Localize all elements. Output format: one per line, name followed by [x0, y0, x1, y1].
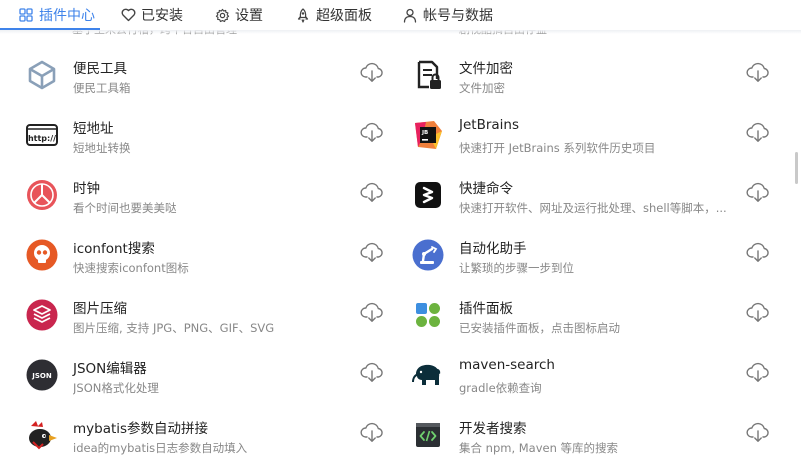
grid-icon [18, 7, 34, 23]
cloud-download-icon[interactable] [360, 122, 384, 144]
http-icon: http:// [25, 118, 59, 152]
plugin-list: 基于主来去行槽，跨平台自由管理 剧视酷搞自由存益 便民工具 便民工具箱 http… [0, 0, 801, 469]
cloud-download-icon[interactable] [360, 242, 384, 264]
cloud-download-icon[interactable] [746, 242, 770, 264]
plugin-desc: JSON格式化处理 [73, 381, 159, 395]
tab-settings[interactable]: 设置 [214, 0, 263, 30]
plugin-title: JSON编辑器 [73, 361, 147, 377]
file-lock-icon [411, 58, 445, 92]
plugin-item-shortcut-commands[interactable]: 快捷命令 快速打开软件、网址及运行批处理、shell等脚本，... [411, 178, 796, 238]
json-icon: JSON [25, 358, 59, 392]
plugin-desc: 看个时间也要美美哒 [73, 201, 177, 215]
plugin-item-jetbrains[interactable]: JB JetBrains 快速打开 JetBrains 系列软件历史项目 [411, 117, 796, 178]
plugin-item-convenience-tools[interactable]: 便民工具 便民工具箱 [25, 58, 410, 118]
plugin-desc: 图片压缩, 支持 JPG、PNG、GIF、SVG [73, 321, 275, 335]
tab-super-panel[interactable]: 超级面板 [295, 0, 372, 30]
cloud-download-icon[interactable] [360, 422, 384, 444]
shortcut-icon [411, 178, 445, 212]
plugin-item-clock[interactable]: 时钟 看个时间也要美美哒 [25, 178, 410, 238]
cloud-download-icon[interactable] [746, 302, 770, 324]
plugin-title: 自动化助手 [459, 241, 527, 257]
plugin-desc: 集合 npm, Maven 等库的搜索 [459, 441, 619, 455]
cloud-download-icon[interactable] [360, 362, 384, 384]
plugin-item-file-encrypt[interactable]: 文件加密 文件加密 [411, 58, 796, 118]
tab-label: 帐号与数据 [423, 8, 493, 24]
plugin-desc: 让繁琐的步骤一步到位 [459, 261, 574, 275]
cloud-download-icon[interactable] [360, 302, 384, 324]
active-tab-indicator [0, 28, 100, 30]
plugin-title: 插件面板 [459, 301, 513, 317]
cube-icon [25, 58, 59, 92]
plugin-item-maven-search[interactable]: maven-search gradle依赖查询 [411, 357, 796, 418]
tab-bar-divider [0, 30, 801, 34]
heart-icon [120, 7, 136, 23]
tab-label: 已安装 [141, 8, 183, 24]
cloud-download-icon[interactable] [746, 122, 770, 144]
cloud-download-icon[interactable] [746, 62, 770, 84]
plugin-item-iconfont-search[interactable]: iconfont搜索 快速搜索iconfont图标 [25, 238, 410, 298]
tab-account-data[interactable]: 帐号与数据 [402, 0, 493, 30]
cloud-download-icon[interactable] [746, 362, 770, 384]
plugin-item-plugin-panel[interactable]: 插件面板 已安装插件面板，点击图标启动 [411, 298, 796, 358]
code-search-icon [411, 418, 445, 452]
plugin-title: 时钟 [73, 181, 100, 197]
cloud-download-icon[interactable] [746, 422, 770, 444]
clock-icon [25, 178, 59, 212]
robot-arm-icon [411, 238, 445, 272]
plugin-title: 便民工具 [73, 61, 127, 77]
tab-label: 设置 [235, 8, 263, 24]
svg-text:JSON: JSON [31, 372, 52, 380]
user-icon [402, 7, 418, 23]
plugin-desc: 已安装插件面板，点击图标启动 [459, 321, 620, 335]
scrollbar-thumb[interactable] [795, 152, 798, 184]
plugin-title: iconfont搜索 [73, 241, 155, 257]
cloud-download-icon[interactable] [360, 62, 384, 84]
iconfont-icon [25, 238, 59, 272]
image-compress-icon [25, 298, 59, 332]
plugin-item-short-url[interactable]: http:// 短地址 短地址转换 [25, 118, 410, 178]
plugin-desc: 短地址转换 [73, 141, 131, 155]
plugin-title: 快捷命令 [459, 181, 513, 197]
plugin-item-developer-search[interactable]: 开发者搜索 集合 npm, Maven 等库的搜索 [411, 418, 796, 469]
plugin-item-image-compress[interactable]: 图片压缩 图片压缩, 支持 JPG、PNG、GIF、SVG [25, 298, 410, 358]
plugin-desc: 快速打开 JetBrains 系列软件历史项目 [459, 141, 656, 155]
plugin-item-automation-assistant[interactable]: 自动化助手 让繁琐的步骤一步到位 [411, 238, 796, 298]
maven-elephant-icon [411, 358, 445, 392]
plugin-desc: 快速搜索iconfont图标 [73, 261, 189, 275]
plugin-title: maven-search [459, 357, 555, 373]
plugin-item-mybatis[interactable]: mybatis参数自动拼接 idea的mybatis日志参数自动填入 [25, 418, 410, 469]
tab-label: 超级面板 [316, 8, 372, 24]
tab-plugin-center[interactable]: 插件中心 [18, 0, 95, 30]
rocket-icon [295, 7, 311, 23]
plugin-title: JetBrains [459, 117, 520, 133]
plugin-title: 短地址 [73, 121, 114, 137]
scrollbar[interactable] [794, 34, 799, 469]
plugin-desc: 快速打开软件、网址及运行批处理、shell等脚本，... [459, 201, 727, 215]
cloud-download-icon[interactable] [360, 182, 384, 204]
plugin-title: mybatis参数自动拼接 [73, 421, 209, 437]
panel-grid-icon [411, 298, 445, 332]
plugin-title: 开发者搜索 [459, 421, 527, 437]
jetbrains-icon: JB [411, 118, 445, 152]
plugin-title: 文件加密 [459, 61, 513, 77]
svg-text:JB: JB [421, 130, 428, 136]
plugin-desc: 文件加密 [459, 81, 505, 95]
tab-label: 插件中心 [39, 8, 95, 24]
cloud-download-icon[interactable] [746, 182, 770, 204]
tab-installed[interactable]: 已安装 [120, 0, 183, 30]
svg-text:http://: http:// [28, 134, 56, 143]
plugin-title: 图片压缩 [73, 301, 127, 317]
plugin-desc: gradle依赖查询 [459, 381, 542, 395]
plugin-desc: idea的mybatis日志参数自动填入 [73, 441, 248, 455]
plugin-item-json-editor[interactable]: JSON JSON编辑器 JSON格式化处理 [25, 358, 410, 418]
tab-bar: 插件中心 已安装 设置 超级面板 帐号与数据 [0, 0, 801, 30]
mybatis-bird-icon [25, 418, 59, 452]
gear-icon [214, 7, 230, 23]
plugin-desc: 便民工具箱 [73, 81, 131, 95]
